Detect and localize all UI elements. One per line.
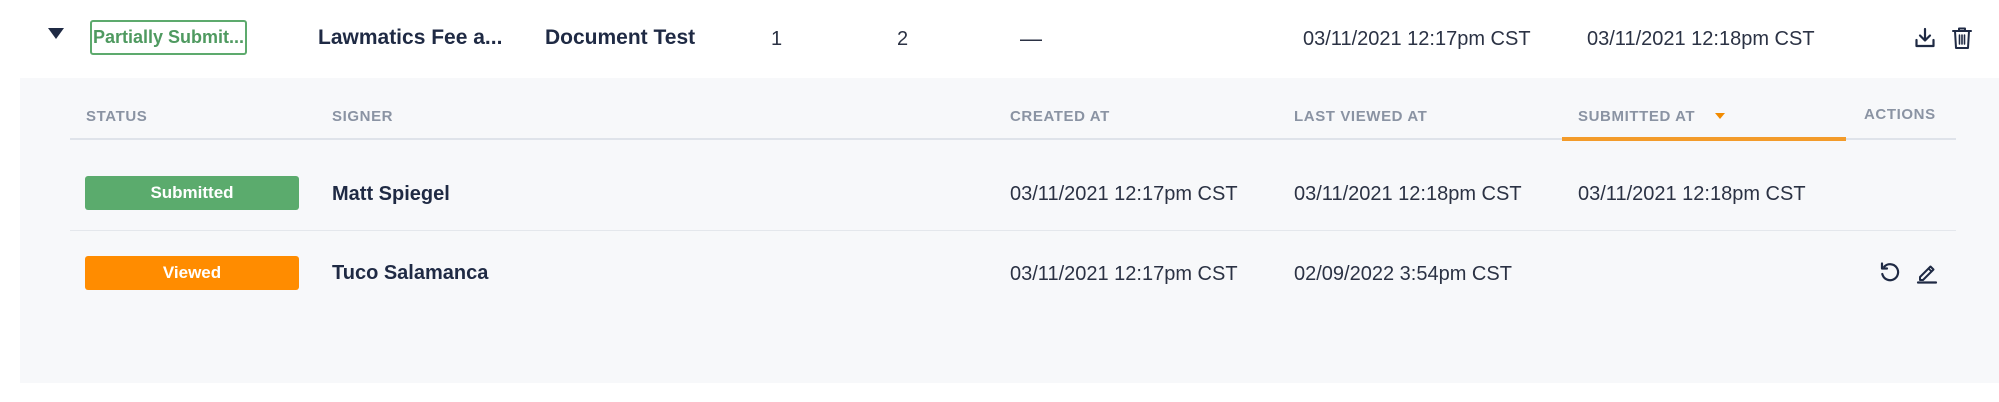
count-a: 1 [771, 28, 783, 50]
table-row: Submitted Matt Spiegel 03/11/2021 12:17p… [70, 138, 1956, 231]
header-signer[interactable]: SIGNER [332, 108, 393, 125]
resend-icon[interactable] [1878, 260, 1902, 284]
header-status[interactable]: STATUS [86, 108, 147, 125]
document-name: Document Test [545, 26, 696, 49]
status-badge: Partially Submit... [90, 20, 247, 55]
table-row: Viewed Tuco Salamanca 03/11/2021 12:17pm… [70, 231, 1956, 323]
count-b: 2 [897, 28, 909, 50]
signer-name: Tuco Salamanca [332, 262, 489, 284]
header-last-viewed-at[interactable]: LAST VIEWED AT [1294, 108, 1427, 125]
header-created-at[interactable]: CREATED AT [1010, 108, 1110, 125]
created-at: 03/11/2021 12:17pm CST [1010, 263, 1238, 285]
table-header: STATUS SIGNER CREATED AT LAST VIEWED AT … [70, 78, 1956, 141]
download-icon[interactable] [1913, 26, 1937, 50]
form-title: Lawmatics Fee a... [318, 26, 503, 49]
edit-icon[interactable] [1915, 260, 1939, 284]
expanded-panel: STATUS SIGNER CREATED AT LAST VIEWED AT … [20, 78, 1999, 383]
header-submitted-at[interactable]: SUBMITTED AT [1578, 108, 1695, 125]
signers-table: STATUS SIGNER CREATED AT LAST VIEWED AT … [70, 78, 1956, 378]
status-badge: Viewed [85, 256, 299, 290]
submitted-at: 03/11/2021 12:18pm CST [1578, 183, 1806, 205]
status-badge: Submitted [85, 176, 299, 210]
last-viewed-at: 02/09/2022 3:54pm CST [1294, 263, 1512, 285]
header-actions: ACTIONS [1864, 106, 1936, 123]
sort-desc-icon[interactable] [1715, 113, 1725, 119]
created-at: 03/11/2021 12:17pm CST [1303, 28, 1531, 50]
empty-value: — [1020, 26, 1042, 51]
collapse-caret-icon[interactable] [48, 28, 64, 39]
submitted-at: 03/11/2021 12:18pm CST [1587, 28, 1815, 50]
signer-name: Matt Spiegel [332, 183, 450, 205]
trash-icon[interactable] [1951, 26, 1973, 50]
submission-row[interactable]: Partially Submit... Lawmatics Fee a... D… [20, 0, 1999, 78]
last-viewed-at: 03/11/2021 12:18pm CST [1294, 183, 1522, 205]
created-at: 03/11/2021 12:17pm CST [1010, 183, 1238, 205]
